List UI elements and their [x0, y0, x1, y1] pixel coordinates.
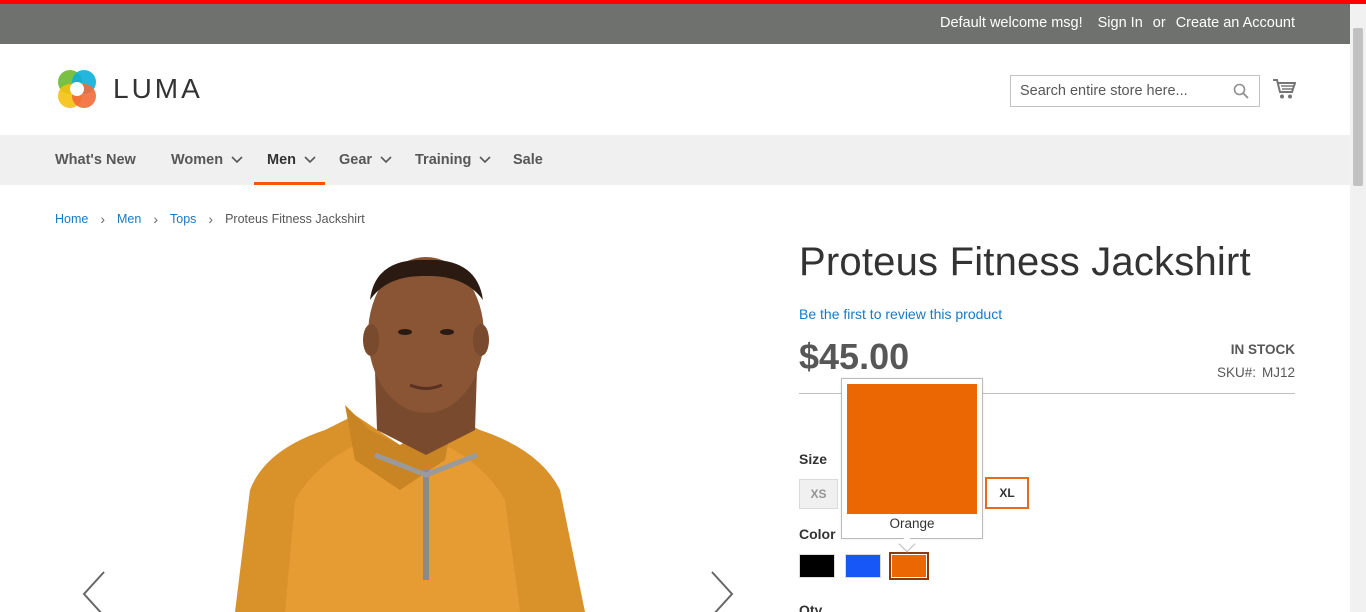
swatch-tooltip-preview — [847, 384, 977, 514]
review-link[interactable]: Be the first to review this product — [799, 306, 1002, 322]
nav-item-men[interactable]: Men — [254, 135, 325, 185]
header-links: Default welcome msg! Sign In or Create a… — [940, 15, 1295, 31]
logo-text: LUMA — [113, 73, 203, 104]
color-swatch-orange[interactable] — [889, 552, 929, 580]
main-nav: What's New Women Men Gear Training Sale — [0, 135, 1350, 185]
search-box[interactable] — [1010, 75, 1260, 107]
stock-status: IN STOCK — [1230, 342, 1295, 357]
page-scrollbar[interactable] — [1350, 4, 1366, 612]
breadcrumb-current: Proteus Fitness Jackshirt — [225, 212, 365, 226]
welcome-message: Default welcome msg! — [939, 15, 1083, 31]
breadcrumb-men[interactable]: Men — [117, 212, 141, 226]
swatch-tooltip: Orange — [841, 378, 983, 553]
nav-item-women[interactable]: Women — [171, 135, 243, 185]
chevron-down-icon — [304, 156, 316, 164]
nav-item-label: Men — [267, 152, 296, 168]
scrollbar-thumb[interactable] — [1353, 28, 1363, 186]
panel-header: Default welcome msg! Sign In or Create a… — [0, 4, 1350, 44]
luma-logo[interactable]: LUMA — [55, 67, 203, 111]
nav-item-whats-new[interactable]: What's New — [55, 135, 136, 185]
luma-logo-icon — [58, 70, 96, 108]
or-text: or — [1152, 15, 1166, 31]
color-label: Color — [799, 526, 836, 542]
nav-item-gear[interactable]: Gear — [339, 135, 392, 185]
sku-value: MJ12 — [1261, 365, 1295, 380]
product-price: $45.00 — [799, 336, 910, 377]
sign-in-link[interactable]: Sign In — [1098, 15, 1143, 31]
qty-label: Qty — [799, 602, 823, 612]
product-title: Proteus Fitness Jackshirt — [799, 240, 1251, 284]
gallery-next-icon[interactable] — [708, 570, 736, 612]
chevron-down-icon — [479, 156, 491, 164]
breadcrumb-separator-icon: › — [208, 211, 214, 227]
swatch-tooltip-arrow — [898, 535, 916, 553]
breadcrumb: Home › Men › Tops › Proteus Fitness Jack… — [55, 211, 365, 227]
chevron-down-icon — [380, 156, 392, 164]
breadcrumb-tops[interactable]: Tops — [170, 212, 196, 226]
product-main-image[interactable] — [55, 240, 755, 612]
chevron-down-icon — [231, 156, 243, 164]
color-swatch-black[interactable] — [799, 554, 835, 578]
nav-item-label: What's New — [55, 152, 136, 168]
nav-item-label: Training — [415, 152, 472, 168]
product-sku: SKU#: MJ12 — [1217, 365, 1295, 380]
search-icon[interactable] — [1233, 83, 1249, 104]
create-account-link[interactable]: Create an Account — [1176, 15, 1295, 31]
search-input[interactable] — [1011, 76, 1221, 106]
nav-item-training[interactable]: Training — [415, 135, 491, 185]
swatch-tooltip-label: Orange — [889, 516, 935, 531]
breadcrumb-separator-icon: › — [153, 211, 159, 227]
size-swatch-xl[interactable]: XL — [985, 477, 1029, 509]
gallery-prev-icon[interactable] — [80, 570, 108, 612]
cart-icon[interactable] — [1272, 78, 1297, 105]
size-swatch-xs[interactable]: XS — [799, 479, 838, 509]
nav-item-sale[interactable]: Sale — [513, 135, 543, 185]
size-label: Size — [799, 451, 828, 467]
color-swatch-blue[interactable] — [845, 554, 881, 578]
breadcrumb-separator-icon: › — [100, 211, 106, 227]
breadcrumb-home[interactable]: Home — [55, 212, 88, 226]
nav-item-label: Women — [171, 152, 224, 168]
nav-item-label: Gear — [339, 152, 373, 168]
sku-label: SKU#: — [1216, 365, 1256, 380]
nav-item-label: Sale — [513, 152, 543, 168]
